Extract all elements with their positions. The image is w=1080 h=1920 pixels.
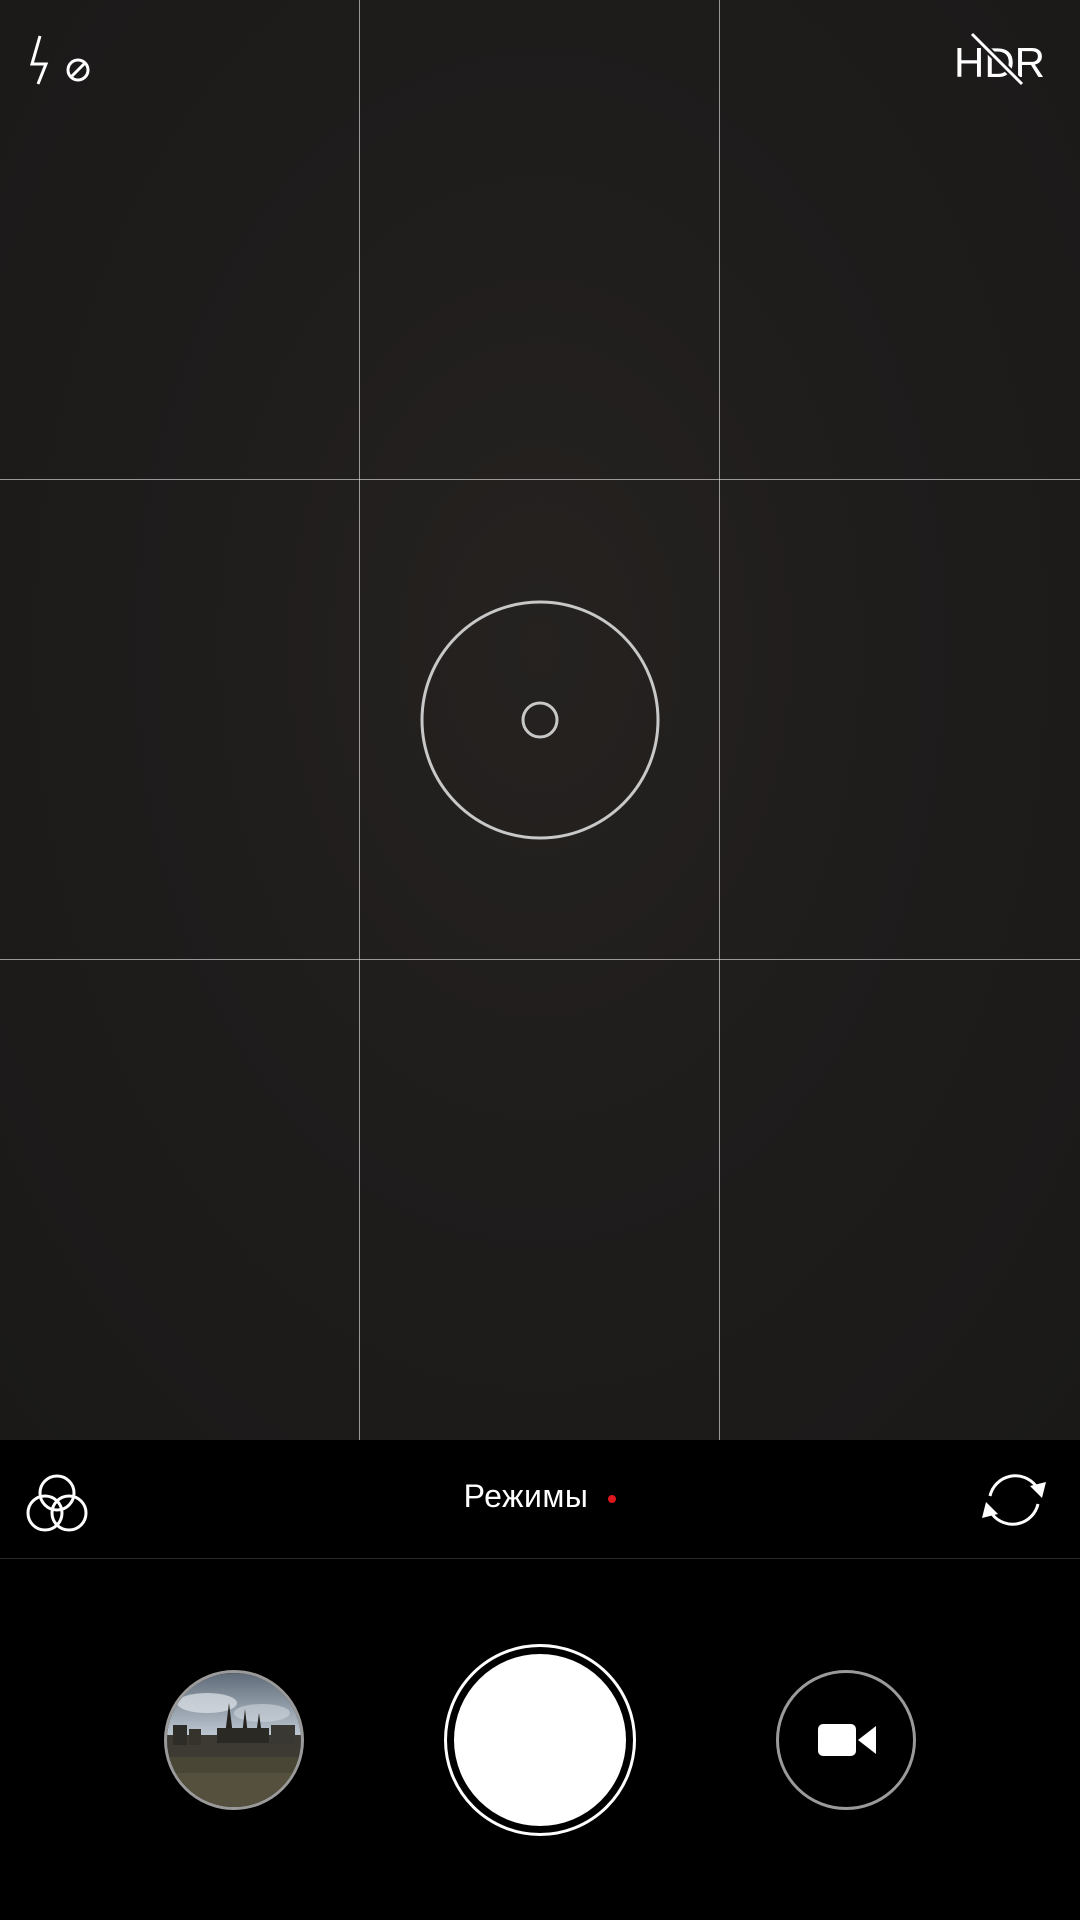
modes-indicator-dot	[608, 1494, 617, 1503]
shutter-button[interactable]	[444, 1644, 636, 1836]
grid-line-horizontal	[0, 959, 1080, 960]
focus-ring-icon	[420, 600, 660, 840]
video-camera-icon	[818, 1724, 876, 1756]
modes-button[interactable]: Режимы	[0, 1478, 1080, 1515]
flash-off-icon[interactable]	[26, 34, 96, 94]
gallery-thumbnail[interactable]	[164, 1670, 304, 1810]
shutter-button-inner	[454, 1654, 626, 1826]
video-mode-button[interactable]	[776, 1670, 916, 1810]
hdr-off-icon[interactable]: HDR	[950, 31, 1050, 90]
switch-camera-icon[interactable]	[978, 1468, 1050, 1532]
grid-line-vertical	[359, 0, 360, 1440]
mode-bar: Режимы	[0, 1440, 1080, 1559]
viewfinder[interactable]: HDR	[0, 0, 1080, 1440]
grid-line-horizontal	[0, 479, 1080, 480]
grid-line-vertical	[719, 0, 720, 1440]
camera-screen: HDR Режимы	[0, 0, 1080, 1920]
capture-controls	[0, 1560, 1080, 1920]
modes-label: Режимы	[463, 1478, 589, 1514]
